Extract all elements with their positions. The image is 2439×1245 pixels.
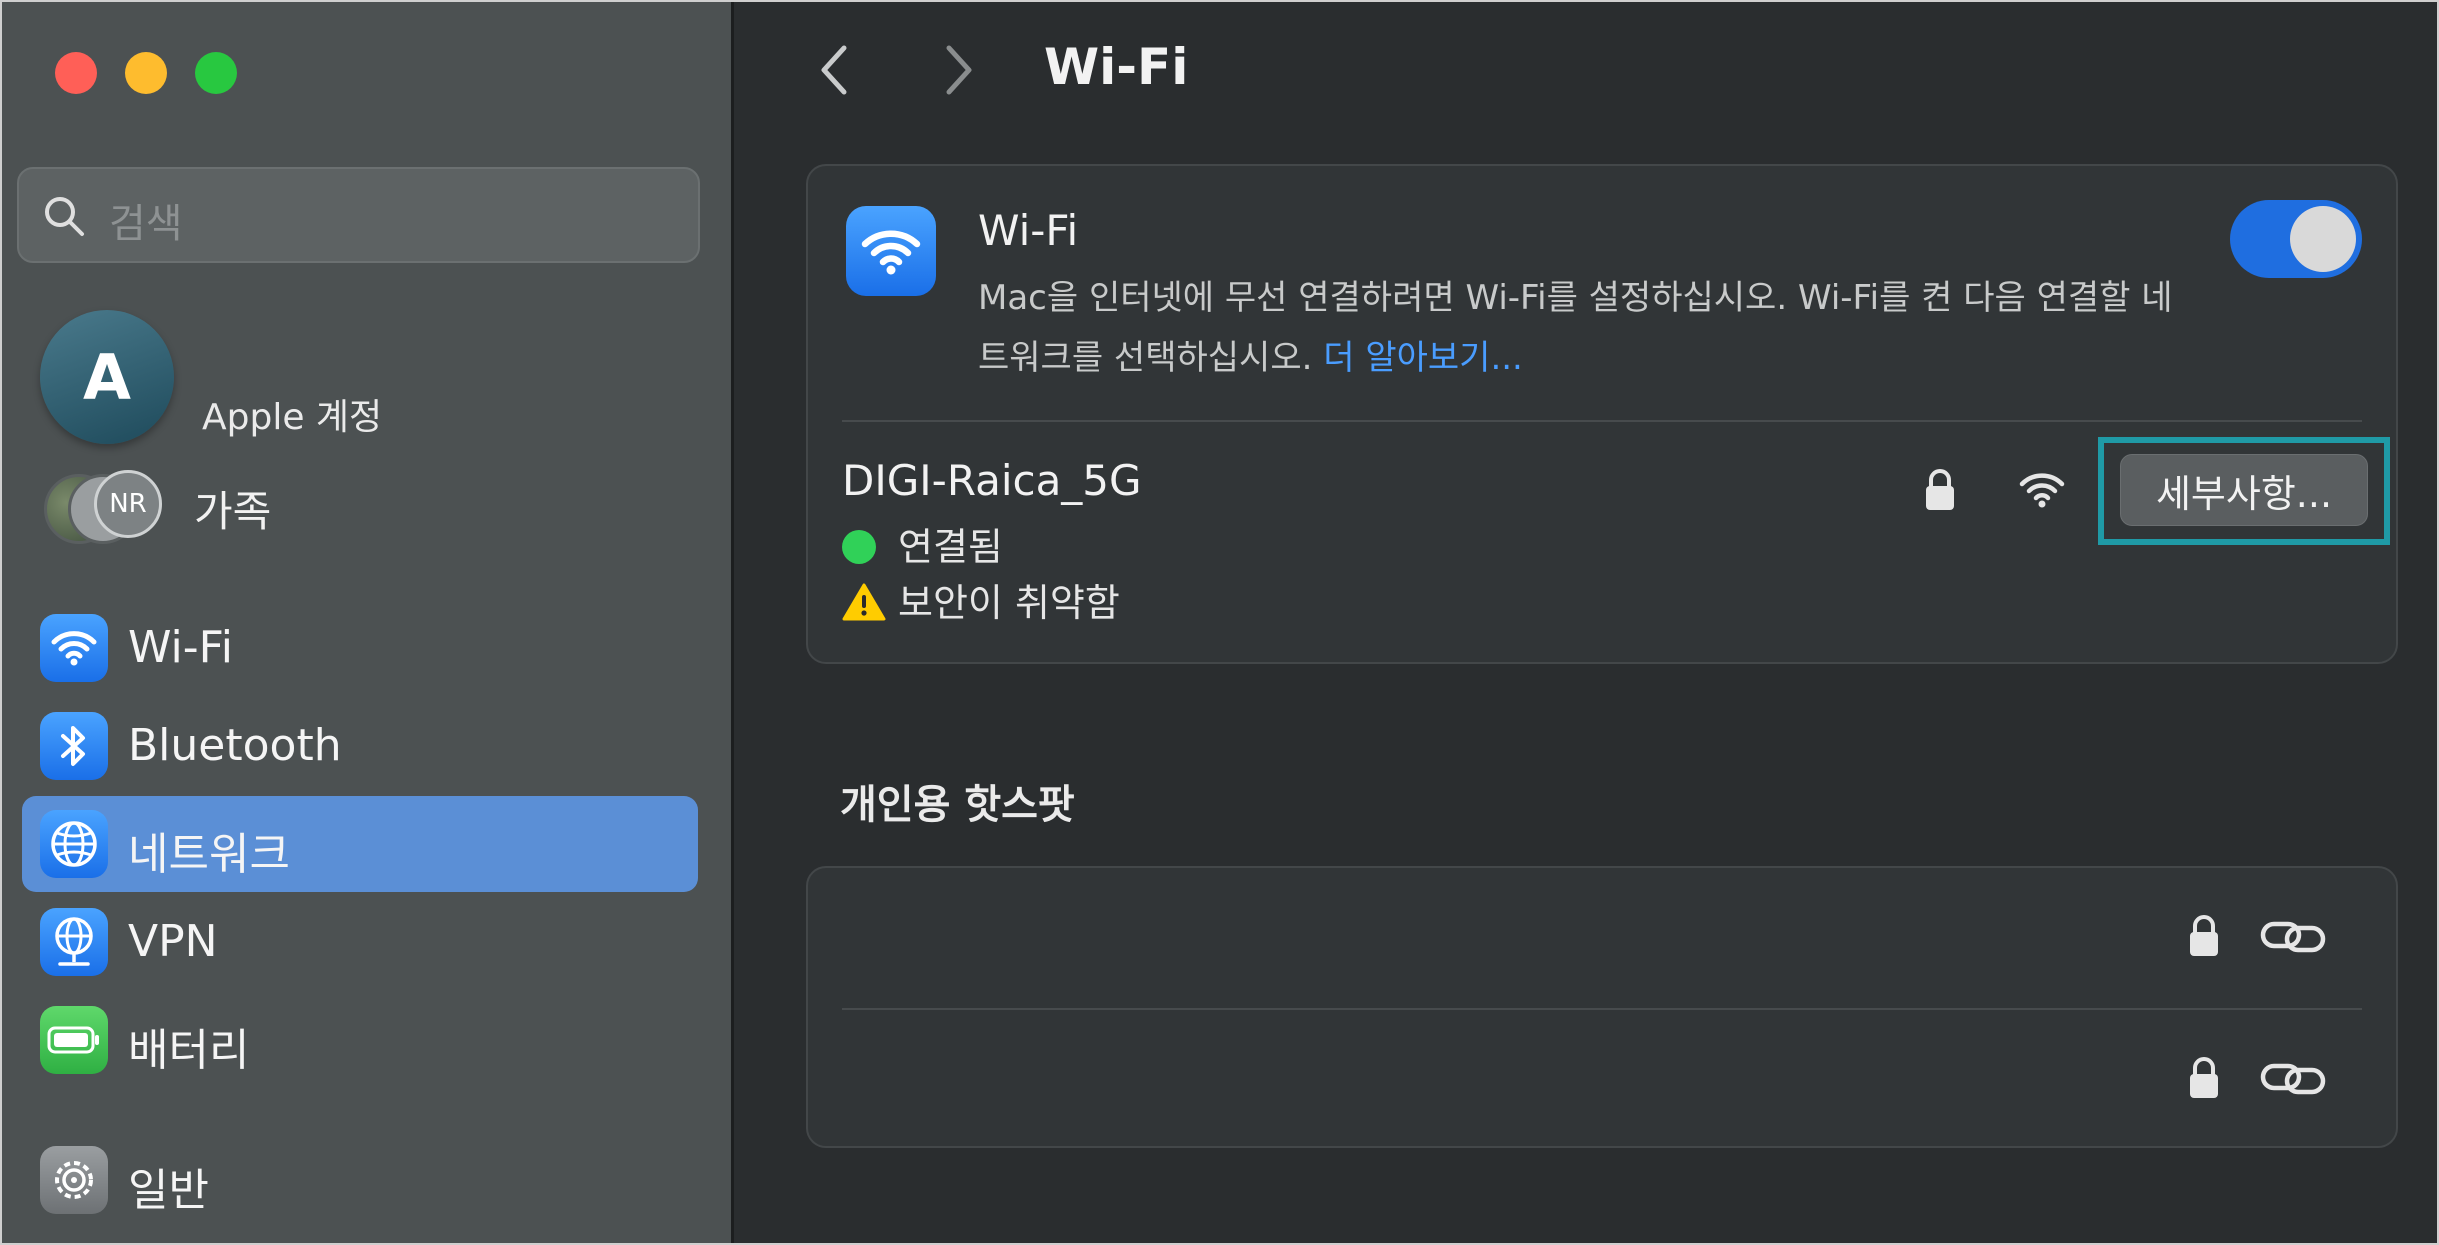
zoom-button[interactable] <box>195 52 237 94</box>
lock-icon <box>2186 912 2222 964</box>
close-button[interactable] <box>55 52 97 94</box>
network-status: 연결됨 <box>842 516 1003 571</box>
warning-icon <box>842 582 886 631</box>
sidebar-item-vpn[interactable]: VPN <box>22 894 698 990</box>
sidebar: 검색 A Apple 계정 NR 가족 Wi-Fi Bluetooth 네트워크… <box>2 2 734 1243</box>
wifi-card: Wi-Fi Mac을 인터넷에 무선 연결하려면 Wi-Fi를 설정하십시오. … <box>806 164 2398 664</box>
main-pane: Wi-Fi Wi-Fi Mac을 인터넷에 무선 연결하려면 Wi-Fi를 설정… <box>734 2 2437 1243</box>
sidebar-item-label: Wi-Fi <box>128 622 233 673</box>
sidebar-item-bluetooth[interactable]: Bluetooth <box>22 698 698 794</box>
search-field[interactable]: 검색 <box>17 167 700 263</box>
lock-icon <box>2186 1054 2222 1106</box>
divider <box>842 420 2362 422</box>
bluetooth-icon <box>40 712 108 780</box>
connected-dot-icon <box>842 530 876 564</box>
wifi-icon <box>846 206 936 296</box>
back-chevron-icon[interactable] <box>814 42 854 102</box>
wifi-toggle[interactable] <box>2230 200 2362 278</box>
details-button[interactable]: 세부사항... <box>2120 454 2368 526</box>
sidebar-item-label: Bluetooth <box>128 720 342 771</box>
hotspot-row[interactable] <box>808 1010 2396 1150</box>
minimize-button[interactable] <box>125 52 167 94</box>
vpn-globe-icon <box>40 908 108 976</box>
wifi-heading: Wi-Fi <box>978 206 1079 255</box>
network-warning-label: 보안이 취약함 <box>898 581 1120 625</box>
wifi-description: Mac을 인터넷에 무선 연결하려면 Wi-Fi를 설정하십시오. Wi-Fi를… <box>978 268 2178 388</box>
hotspot-section-title: 개인용 핫스팟 <box>840 782 1075 828</box>
forward-chevron-icon[interactable] <box>939 42 979 102</box>
family-avatars[interactable]: NR <box>44 470 174 544</box>
hotspot-card <box>806 866 2398 1148</box>
sidebar-item-general[interactable]: 일반 <box>22 1132 698 1228</box>
battery-icon <box>40 1006 108 1074</box>
sidebar-item-battery[interactable]: 배터리 <box>22 992 698 1088</box>
search-placeholder: 검색 <box>109 201 183 247</box>
wifi-icon <box>40 614 108 682</box>
page-title: Wi-Fi <box>1044 38 1189 96</box>
toggle-knob <box>2290 206 2356 272</box>
network-name: DIGI-Raica_5G <box>842 456 1142 505</box>
sidebar-item-label: 배터리 <box>128 1025 250 1076</box>
learn-more-link[interactable]: 더 알아보기... <box>1323 338 1523 378</box>
sidebar-item-label: 일반 <box>128 1165 209 1216</box>
sidebar-item-label: VPN <box>128 916 218 967</box>
family-member-avatar: NR <box>94 470 162 538</box>
network-status-label: 연결됨 <box>898 525 1003 569</box>
link-icon <box>2260 914 2326 962</box>
apple-account-label[interactable]: Apple 계정 <box>202 388 382 440</box>
settings-window: 검색 A Apple 계정 NR 가족 Wi-Fi Bluetooth 네트워크… <box>0 0 2439 1245</box>
network-warning: 보안이 취약함 <box>842 572 1120 631</box>
family-label[interactable]: 가족 <box>194 478 271 539</box>
gear-icon <box>40 1146 108 1214</box>
sidebar-item-wifi[interactable]: Wi-Fi <box>22 600 698 696</box>
sidebar-item-network[interactable]: 네트워크 <box>22 796 698 892</box>
apple-account-avatar[interactable]: A <box>40 310 174 444</box>
lock-icon <box>1922 466 1958 518</box>
wifi-description-text: Mac을 인터넷에 무선 연결하려면 Wi-Fi를 설정하십시오. Wi-Fi를… <box>978 278 2173 378</box>
search-icon <box>41 193 87 243</box>
hotspot-row[interactable] <box>808 868 2396 1008</box>
link-icon <box>2260 1056 2326 1104</box>
wifi-signal-icon <box>2018 472 2066 514</box>
sidebar-item-label: 네트워크 <box>128 829 290 880</box>
globe-icon <box>40 810 108 878</box>
